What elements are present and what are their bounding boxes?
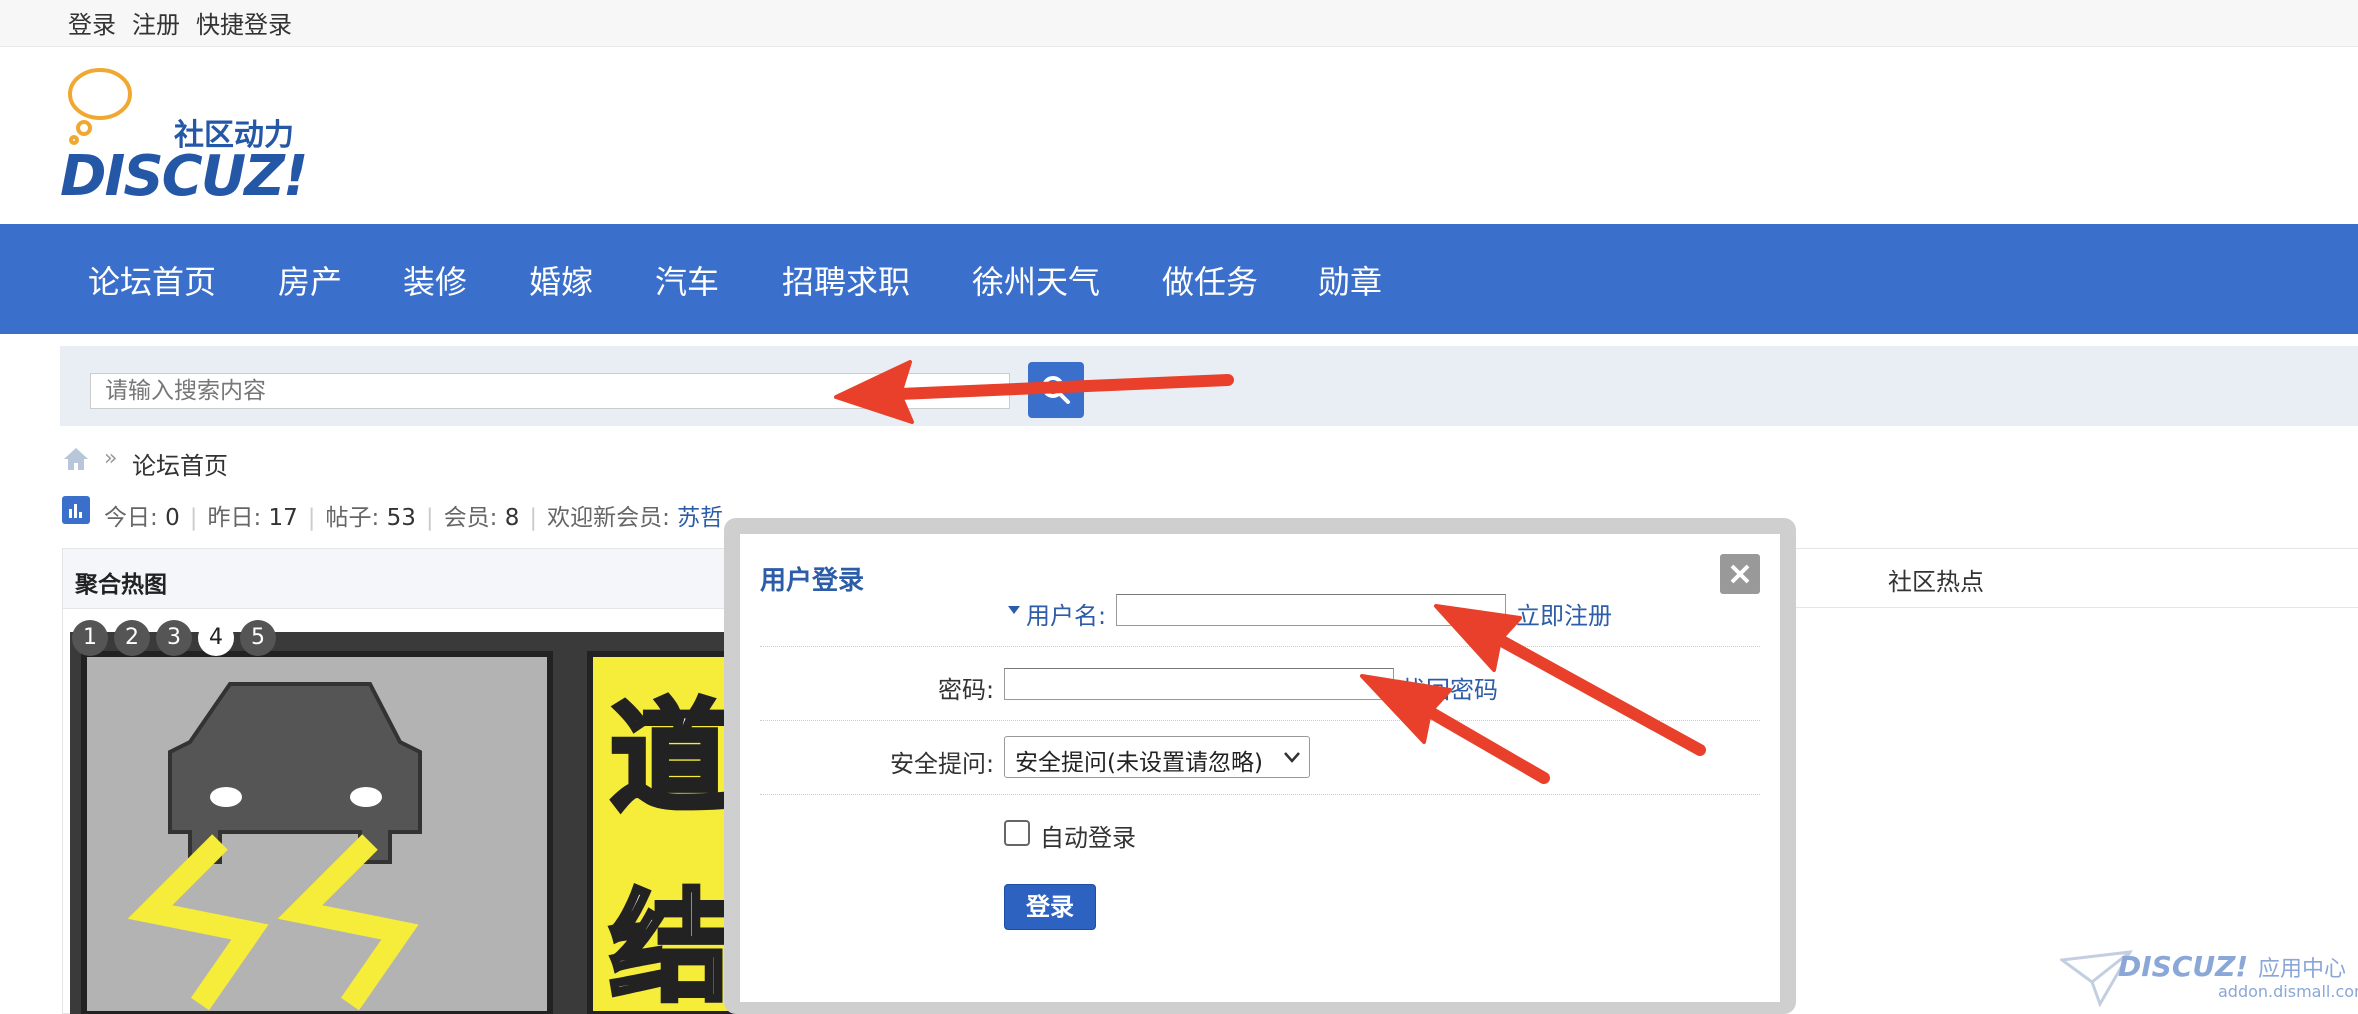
username-label[interactable]: 用户名: <box>1026 596 1106 631</box>
search-icon <box>1042 376 1070 404</box>
stats-yesterday-value: 17 <box>268 505 298 531</box>
caret-down-icon[interactable] <box>1006 604 1022 616</box>
login-dialog-title: 用户登录 <box>760 566 865 596</box>
stats-posts-value: 53 <box>386 505 416 531</box>
top-bar: 登录 注册 快捷登录 <box>0 0 2358 47</box>
stats-divider: | <box>307 505 316 531</box>
forgot-password-link[interactable]: 找回密码 <box>1402 670 1498 705</box>
stats-divider: | <box>529 505 538 531</box>
slider-page-2[interactable]: 2 <box>114 620 150 656</box>
search-input[interactable] <box>90 373 1010 409</box>
password-input[interactable] <box>1004 668 1394 700</box>
security-question-value: 安全提问(未设置请忽略) <box>1015 750 1263 776</box>
stats-welcome-label: 欢迎新会员: <box>547 505 678 531</box>
dialog-divider <box>760 794 1760 795</box>
nav-item-weather[interactable]: 徐州天气 <box>972 257 1100 303</box>
nav-item-real-estate[interactable]: 房产 <box>278 257 342 303</box>
close-icon <box>1730 564 1750 584</box>
breadcrumb-separator: » <box>104 446 118 471</box>
password-label: 密码: <box>938 676 995 704</box>
stats-divider: | <box>189 505 198 531</box>
nav-item-medals[interactable]: 勋章 <box>1318 257 1382 303</box>
community-hot-title[interactable]: 社区热点 <box>1888 562 1984 597</box>
stats-today-value: 0 <box>165 505 180 531</box>
nav-item-wedding[interactable]: 婚嫁 <box>529 257 593 303</box>
stats-divider: | <box>425 505 434 531</box>
stats-members-value: 8 <box>504 505 520 531</box>
home-icon[interactable] <box>62 446 90 472</box>
auto-login-checkbox[interactable] <box>1004 820 1030 846</box>
login-submit-button[interactable]: 登录 <box>1004 884 1096 930</box>
register-now-link[interactable]: 立即注册 <box>1516 596 1612 631</box>
slider-page-4[interactable]: 4 <box>198 620 234 656</box>
dialog-divider <box>760 720 1760 721</box>
logo-brand: DISCUZ! <box>60 144 308 209</box>
slider-page-3[interactable]: 3 <box>156 620 192 656</box>
nav-item-decoration[interactable]: 装修 <box>403 257 467 303</box>
watermark-suffix: 应用中心 <box>2257 957 2346 982</box>
dialog-divider <box>760 646 1760 647</box>
site-logo[interactable]: 社区动力 DISCUZ! <box>56 66 326 209</box>
main-nav: 论坛首页 房产 装修 婚嫁 汽车 招聘求职 徐州天气 做任务 勋章 <box>0 224 2358 334</box>
stats-yesterday-label: 昨日: <box>207 505 269 531</box>
login-link[interactable]: 登录 <box>68 5 116 40</box>
chevron-down-icon <box>1284 752 1300 763</box>
stats-today-label: 今日: <box>104 505 166 531</box>
watermark-brand: DISCUZ! 应用中心 <box>2118 950 2346 983</box>
register-link[interactable]: 注册 <box>132 5 180 40</box>
close-button[interactable] <box>1720 554 1760 594</box>
stats-posts-label: 帖子: <box>325 505 387 531</box>
security-question-select[interactable]: 安全提问(未设置请忽略) <box>1004 736 1310 778</box>
nav-item-home[interactable]: 论坛首页 <box>88 257 216 303</box>
nav-item-tasks[interactable]: 做任务 <box>1162 257 1258 303</box>
nav-item-jobs[interactable]: 招聘求职 <box>782 257 910 303</box>
hot-panel-title: 聚合热图 <box>75 572 167 598</box>
watermark-brand-name: DISCUZ! <box>2118 950 2249 983</box>
nav-item-cars[interactable]: 汽车 <box>655 257 719 303</box>
security-question-label: 安全提问: <box>890 750 995 778</box>
slider-page-1[interactable]: 1 <box>72 620 108 656</box>
username-input[interactable] <box>1116 594 1506 626</box>
breadcrumb-home[interactable]: 论坛首页 <box>132 446 228 481</box>
slider-page-5[interactable]: 5 <box>240 620 276 656</box>
stats-chart-icon <box>62 496 90 524</box>
newest-member-link[interactable]: 苏哲 <box>677 505 723 531</box>
auto-login-label[interactable]: 自动登录 <box>1040 818 1136 853</box>
forum-stats: 今日: 0 | 昨日: 17 | 帖子: 53 | 会员: 8 | 欢迎新会员: 苏哲 <box>104 498 723 532</box>
search-button[interactable] <box>1028 362 1084 418</box>
watermark-domain: addon.dismall.com <box>2218 982 2358 1001</box>
quick-login-link[interactable]: 快捷登录 <box>196 5 292 40</box>
stats-members-label: 会员: <box>443 505 505 531</box>
